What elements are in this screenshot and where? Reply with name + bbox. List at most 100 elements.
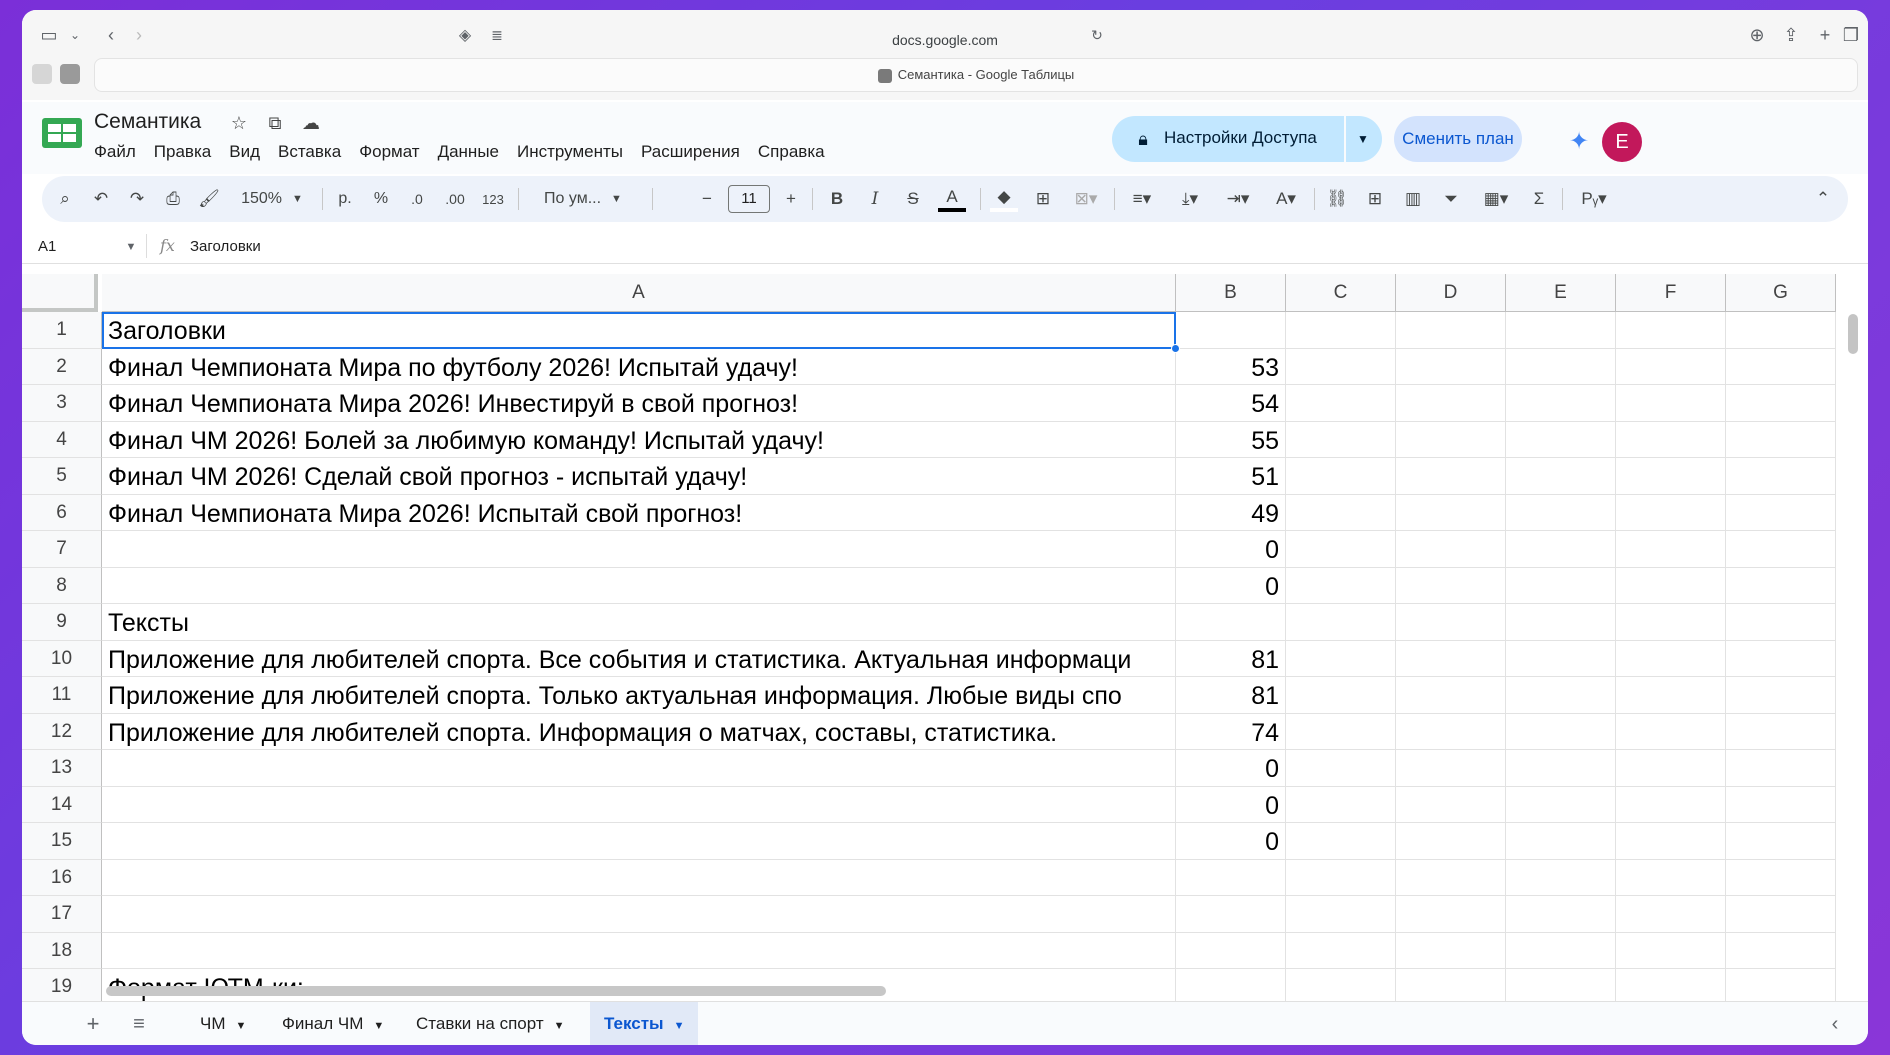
sheet-tab-final-chm[interactable]: Финал ЧМ ▼ [268, 1002, 398, 1045]
cell-f[interactable] [1616, 677, 1726, 714]
row-header[interactable]: 12 [22, 713, 102, 750]
cell-c[interactable] [1286, 750, 1396, 787]
cell-a[interactable] [102, 823, 1176, 860]
cell-f[interactable] [1616, 969, 1726, 1004]
cell-e[interactable] [1506, 421, 1616, 458]
zoom-select[interactable]: 150% ▼ [232, 186, 312, 212]
menu-extensions[interactable]: Расширения [641, 142, 740, 162]
cell-g[interactable] [1726, 896, 1836, 933]
cell-d[interactable] [1396, 969, 1506, 1004]
cell-g[interactable] [1726, 823, 1836, 860]
cell-d[interactable] [1396, 859, 1506, 896]
cell-b[interactable] [1176, 969, 1286, 1004]
cell-b[interactable]: 53 [1176, 348, 1286, 385]
cell-c[interactable] [1286, 494, 1396, 531]
insert-comment-icon[interactable]: ⊞ [1362, 186, 1388, 212]
cell-a[interactable]: Тексты [102, 604, 1176, 641]
cell-e[interactable] [1506, 604, 1616, 641]
cell-a[interactable]: Финал Чемпионата Мира 2026! Инвестируй в… [102, 385, 1176, 422]
cell-c[interactable] [1286, 348, 1396, 385]
cell-e[interactable] [1506, 458, 1616, 495]
filter-views-icon[interactable]: ▦▾ [1476, 186, 1516, 212]
cell-f[interactable] [1616, 713, 1726, 750]
column-header-a[interactable]: A [102, 274, 1176, 312]
row-header[interactable]: 10 [22, 640, 102, 677]
cell-b[interactable]: 0 [1176, 567, 1286, 604]
cell-c[interactable] [1286, 385, 1396, 422]
row-header[interactable]: 17 [22, 896, 102, 933]
insert-link-icon[interactable]: ⛓︎ [1324, 186, 1350, 212]
cell-b[interactable]: 0 [1176, 750, 1286, 787]
change-plan-button[interactable]: Сменить план [1394, 116, 1522, 162]
text-rotation-icon[interactable]: A▾ [1266, 186, 1306, 212]
cell-a[interactable]: Приложение для любителей спорта. Только … [102, 677, 1176, 714]
cell-b[interactable]: 55 [1176, 421, 1286, 458]
merge-cells-icon[interactable]: ⊠▾ [1066, 186, 1106, 212]
menu-file[interactable]: Файл [94, 142, 136, 162]
cell-c[interactable] [1286, 713, 1396, 750]
cloud-status-icon[interactable]: ☁ [300, 112, 322, 134]
cell-g[interactable] [1726, 859, 1836, 896]
text-color-icon[interactable]: A [938, 186, 966, 212]
cell-f[interactable] [1616, 567, 1726, 604]
cell-f[interactable] [1616, 750, 1726, 787]
sheet-tab-chm[interactable]: ЧМ ▼ [186, 1002, 260, 1045]
bold-icon[interactable]: B [824, 186, 850, 212]
horizontal-align-icon[interactable]: ≡▾ [1122, 186, 1162, 212]
new-tab-icon[interactable]: + [1812, 22, 1838, 48]
row-header[interactable]: 18 [22, 932, 102, 969]
cell-b[interactable]: 0 [1176, 786, 1286, 823]
cell-g[interactable] [1726, 750, 1836, 787]
column-header-g[interactable]: G [1726, 274, 1836, 312]
cell-e[interactable] [1506, 385, 1616, 422]
collapse-toolbar-icon[interactable]: ⌃ [1810, 186, 1836, 212]
cell-c[interactable] [1286, 786, 1396, 823]
reload-icon[interactable]: ↻ [1084, 22, 1110, 48]
all-sheets-icon[interactable]: ≡ [126, 1011, 152, 1037]
collapse-sidebar-icon[interactable]: ‹ [1822, 1011, 1848, 1037]
cell-b[interactable]: 49 [1176, 494, 1286, 531]
cell-e[interactable] [1506, 859, 1616, 896]
cell-f[interactable] [1616, 859, 1726, 896]
cell-e[interactable] [1506, 348, 1616, 385]
cell-c[interactable] [1286, 932, 1396, 969]
cell-c[interactable] [1286, 823, 1396, 860]
cell-c[interactable] [1286, 969, 1396, 1004]
cell-g[interactable] [1726, 604, 1836, 641]
cell-b[interactable]: 0 [1176, 531, 1286, 568]
cell-c[interactable] [1286, 531, 1396, 568]
cell-c[interactable] [1286, 677, 1396, 714]
cell-a[interactable] [102, 932, 1176, 969]
paint-format-icon[interactable]: 🖌︎ [196, 186, 222, 212]
share-access-button[interactable]: 🔒︎ Настройки Доступа ▼ [1112, 116, 1382, 162]
cell-d[interactable] [1396, 750, 1506, 787]
text-wrap-icon[interactable]: ⇥▾ [1218, 186, 1258, 212]
chevron-down-icon[interactable]: ▼ [674, 1020, 685, 1032]
horizontal-scrollbar[interactable] [106, 986, 886, 996]
cell-d[interactable] [1396, 567, 1506, 604]
cell-f[interactable] [1616, 421, 1726, 458]
cell-b[interactable] [1176, 896, 1286, 933]
increase-font-size-icon[interactable]: + [780, 186, 802, 212]
row-header[interactable]: 5 [22, 458, 102, 495]
row-header[interactable]: 2 [22, 348, 102, 385]
cell-f[interactable] [1616, 385, 1726, 422]
cell-g[interactable] [1726, 494, 1836, 531]
cell-e[interactable] [1506, 677, 1616, 714]
cell-f[interactable] [1616, 531, 1726, 568]
menu-tools[interactable]: Инструменты [517, 142, 623, 162]
cell-d[interactable] [1396, 312, 1506, 349]
column-header-c[interactable]: C [1286, 274, 1396, 312]
cell-f[interactable] [1616, 786, 1726, 823]
fill-color-icon[interactable]: ◆ [990, 186, 1018, 212]
cell-c[interactable] [1286, 567, 1396, 604]
currency-format-button[interactable]: р. [332, 186, 358, 212]
name-box[interactable]: A1 [38, 238, 56, 255]
cell-a[interactable]: Финал ЧМ 2026! Болей за любимую команду!… [102, 421, 1176, 458]
cell-b[interactable] [1176, 604, 1286, 641]
cell-e[interactable] [1506, 312, 1616, 349]
undo-icon[interactable]: ↶ [88, 186, 114, 212]
cell-e[interactable] [1506, 750, 1616, 787]
cell-g[interactable] [1726, 713, 1836, 750]
cell-b[interactable]: 81 [1176, 640, 1286, 677]
